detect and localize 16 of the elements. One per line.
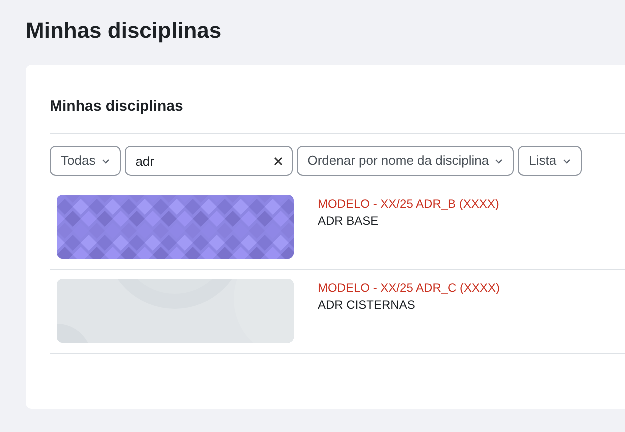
view-dropdown[interactable]: Lista bbox=[518, 146, 582, 176]
caret-icon bbox=[102, 158, 110, 164]
sort-dropdown[interactable]: Ordenar por nome da disciplina bbox=[296, 146, 514, 176]
caret-icon bbox=[562, 158, 571, 164]
course-name-link[interactable]: ADR CISTERNAS bbox=[318, 296, 416, 314]
course-category: MODELO - XX/25 ADR_C (XXXX) bbox=[318, 280, 500, 296]
page-title: Minhas disciplinas bbox=[26, 17, 222, 45]
course-category: MODELO - XX/25 ADR_B (XXXX) bbox=[318, 196, 500, 212]
close-icon[interactable] bbox=[274, 157, 283, 166]
card-title: Minhas disciplinas bbox=[50, 97, 184, 117]
course-name-link[interactable]: ADR BASE bbox=[318, 212, 379, 230]
caret-icon bbox=[495, 158, 504, 164]
search-field[interactable]: adr bbox=[124, 146, 293, 176]
course-image[interactable] bbox=[57, 279, 294, 343]
grouping-dropdown[interactable]: Todas bbox=[50, 146, 121, 176]
course-image[interactable] bbox=[57, 195, 294, 259]
